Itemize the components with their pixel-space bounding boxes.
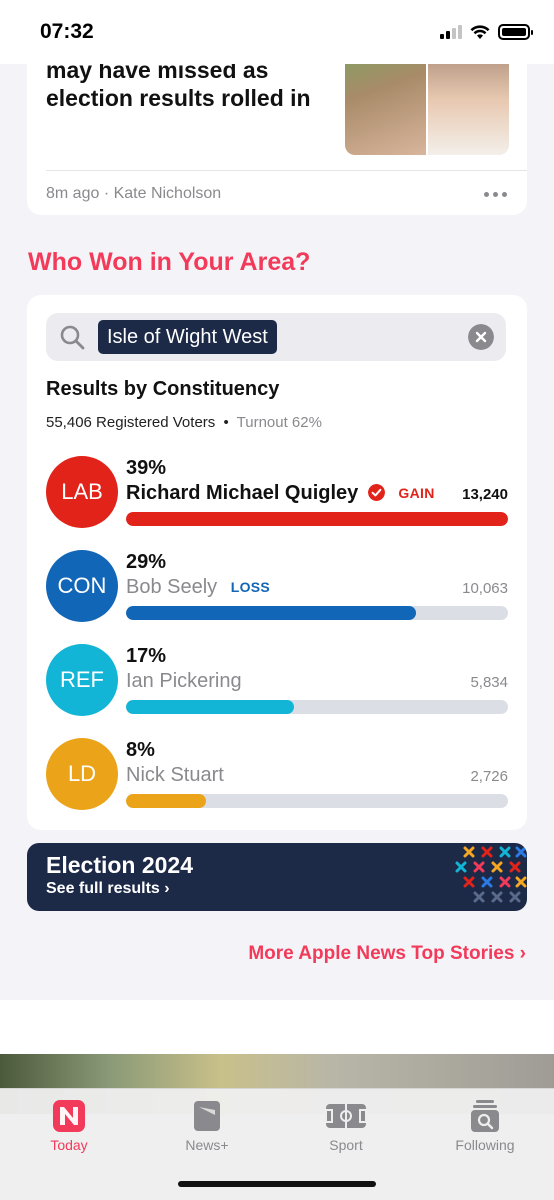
candidate-percent: 29% (126, 551, 167, 573)
candidate-row: LD 8% Nick Stuart 2,726 (46, 738, 508, 818)
tab-news-plus[interactable]: News+ (138, 1089, 276, 1169)
registered-voters: 55,406 Registered Voters (46, 414, 216, 431)
tab-following[interactable]: Following (416, 1089, 554, 1169)
vote-bar-fill (126, 794, 207, 808)
apple-news-icon (53, 1100, 85, 1132)
party-badge: CON (46, 550, 118, 622)
vote-bar (126, 794, 508, 808)
candidate-percent: 39% (126, 457, 167, 479)
party-badge: REF (46, 644, 118, 716)
candidate-name: Richard Michael Quigley (126, 482, 359, 504)
candidate-votes: 10,063 (462, 580, 508, 597)
election-2024-banner[interactable]: Election 2024 See full results › (27, 843, 527, 911)
banner-title: Election 2024 (46, 852, 194, 878)
battery-icon (498, 24, 533, 40)
candidate-name-line: Nick Stuart (126, 764, 224, 787)
vote-bar-fill (126, 606, 417, 620)
article-thumbnail[interactable] (345, 64, 509, 155)
search-token[interactable]: Isle of Wight West (98, 320, 277, 354)
section-title: Who Won in Your Area? (28, 248, 311, 276)
candidate-name: Bob Seely (126, 576, 218, 598)
scroll-content[interactable]: may have missed as election results roll… (0, 64, 554, 1000)
candidate-row: CON 29% Bob Seely LOSS 10,063 (46, 550, 508, 630)
candidate-percent: 17% (126, 645, 167, 667)
more-options-icon[interactable] (484, 192, 507, 197)
news-plus-icon (194, 1101, 220, 1131)
article-meta: 8m ago · Kate Nicholson (46, 185, 222, 202)
cellular-signal-icon (440, 25, 462, 39)
candidate-votes: 5,834 (470, 674, 508, 691)
results-heading: Results by Constituency (46, 378, 280, 400)
search-icon (60, 325, 85, 350)
vote-bar (126, 512, 508, 526)
candidate-name: Nick Stuart (126, 764, 224, 786)
vote-bar (126, 700, 508, 714)
candidate-votes: 13,240 (462, 486, 508, 503)
sport-field-icon (325, 1104, 367, 1128)
vote-bar-fill (126, 512, 508, 526)
candidate-percent: 8% (126, 739, 155, 761)
see-full-results-link[interactable]: See full results › (46, 880, 170, 898)
tab-label: News+ (185, 1137, 229, 1153)
status-time: 07:32 (40, 20, 94, 43)
candidate-name-line: Bob Seely LOSS (126, 576, 270, 599)
candidate-row: LAB 39% Richard Michael Quigley GAIN 13,… (46, 456, 508, 536)
tab-label: Following (455, 1137, 515, 1153)
following-search-icon (471, 1100, 499, 1132)
article-card[interactable]: may have missed as election results roll… (27, 64, 527, 215)
section-spacer (0, 1000, 554, 1054)
status-icons (440, 24, 533, 40)
party-badge: LD (46, 738, 118, 810)
candidate-name: Ian Pickering (126, 670, 242, 692)
voters-line: 55,406 Registered Voters • Turnout 62% (46, 414, 322, 431)
turnout: Turnout 62% (236, 414, 322, 431)
status-bar: 07:32 (0, 0, 554, 64)
tab-today[interactable]: Today (0, 1089, 138, 1169)
checkmark-icon (367, 484, 385, 501)
wifi-icon (470, 24, 490, 39)
tab-sport[interactable]: Sport (277, 1089, 415, 1169)
tab-label: Today (50, 1137, 88, 1153)
clear-search-icon[interactable] (468, 324, 494, 350)
candidate-votes: 2,726 (470, 768, 508, 785)
vote-bar (126, 606, 508, 620)
article-headline[interactable]: may have missed as election results roll… (46, 64, 316, 112)
candidate-row: REF 17% Ian Pickering 5,834 (46, 644, 508, 724)
party-badge: LAB (46, 456, 118, 528)
constituency-search-field[interactable]: Isle of Wight West (46, 313, 506, 361)
loss-tag: LOSS (230, 579, 271, 595)
vote-bar-fill (126, 700, 295, 714)
thumbnail-photo-left (345, 64, 427, 155)
results-card: Isle of Wight West Results by Constituen… (27, 295, 527, 830)
tab-label: Sport (329, 1137, 363, 1153)
separator-dot: • (223, 414, 229, 431)
ballot-cross-pattern-icon (455, 846, 527, 903)
candidate-name-line: Richard Michael Quigley GAIN (126, 482, 435, 505)
divider (46, 170, 527, 171)
thumbnail-photo-right (427, 64, 509, 155)
more-top-stories-link[interactable]: More Apple News Top Stories › (248, 943, 526, 965)
candidate-name-line: Ian Pickering (126, 670, 242, 693)
gain-tag: GAIN (398, 485, 435, 501)
home-indicator[interactable] (178, 1181, 376, 1187)
